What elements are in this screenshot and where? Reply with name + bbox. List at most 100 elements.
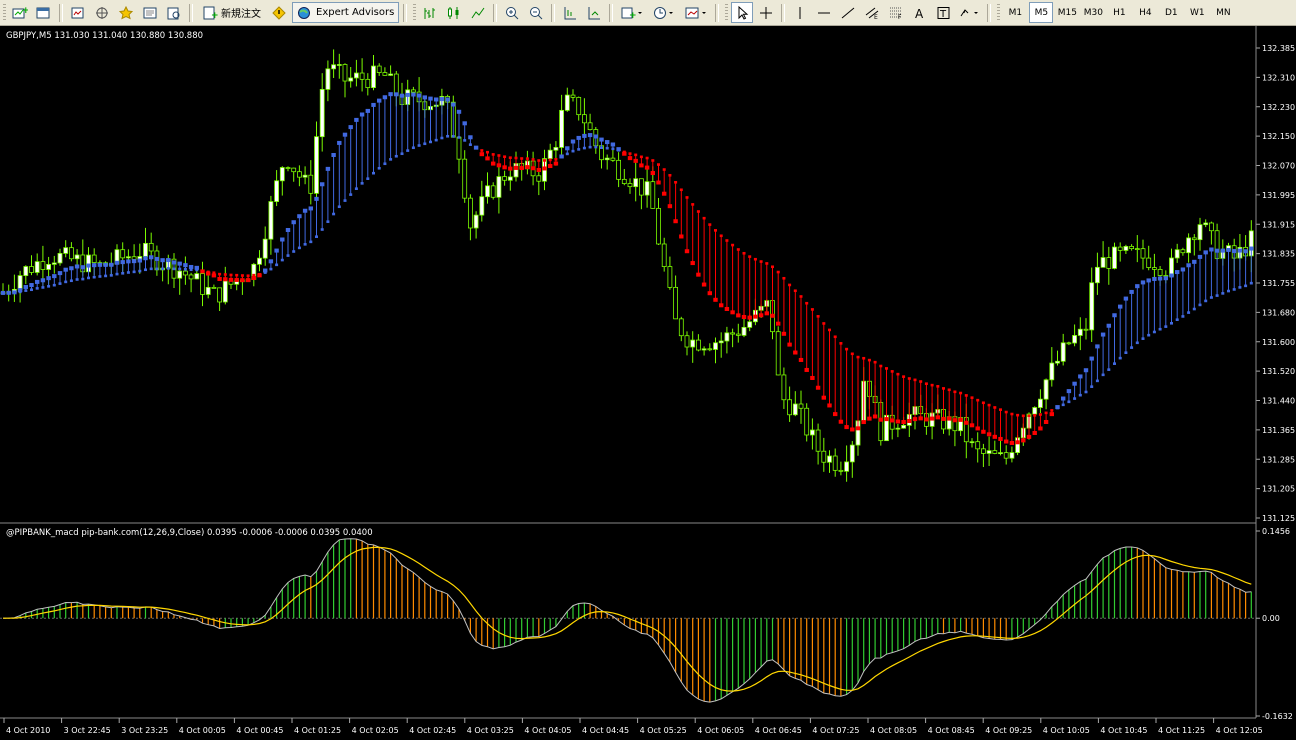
zoom-out-icon[interactable] [525,2,547,23]
text-tool-icon[interactable]: A [909,2,931,23]
macd-axis: 0.1456 0.00 -0.1632 [1256,527,1293,721]
ma-fast-mark [610,142,616,147]
ma-fast-mark [639,163,644,168]
market-watch-icon[interactable] [67,2,89,23]
ma-slow-mark [497,154,501,157]
trendline-icon[interactable] [837,2,859,23]
ma-fast-mark [428,96,433,101]
candle-body [268,201,274,240]
ma-fast-mark [964,420,969,425]
timeframe-m15-button[interactable]: M15 [1055,2,1079,23]
fibonacci-icon[interactable]: F [885,2,907,23]
arrows-icon[interactable] [957,2,983,23]
horizontal-line-icon[interactable] [813,2,835,23]
navigator-icon[interactable] [91,2,113,23]
candle-body [353,72,359,79]
candle-body [1180,249,1186,254]
ma-fast-mark [57,271,63,276]
alert-diamond-icon[interactable] [268,2,290,23]
vertical-line-icon[interactable] [789,2,811,23]
candle-body [1203,222,1209,226]
timeframe-m1-button[interactable]: M1 [1003,2,1027,23]
ma-slow-mark [486,150,489,154]
new-chart-button[interactable]: + [9,2,31,23]
ma-fast-mark [667,204,673,209]
candle-body [553,147,559,151]
chart-canvas[interactable]: GBPJPY,M5 131.030 131.040 130.880 130.88… [0,26,1296,740]
timeframe-w1-button[interactable]: W1 [1185,2,1209,23]
ma-fast-mark [918,416,923,421]
candlestick-icon[interactable] [443,2,465,23]
candle-body [1100,257,1106,268]
ma-fast-mark [1083,368,1089,373]
text-label-icon[interactable]: T [933,2,955,23]
ma-fast-mark [1180,267,1186,272]
candle-body [291,167,297,173]
ma-fast-mark [137,258,142,263]
ma-fast-mark [80,265,85,270]
periods-clock-icon[interactable] [649,2,679,23]
price-tick-label: 131.365 [1262,426,1295,435]
ma-slow-mark [1187,311,1191,314]
ma-fast-mark [52,274,57,279]
candle-body [319,88,325,138]
ma-fast-mark [1140,280,1146,285]
ma-slow-mark [1175,318,1179,322]
candle-body [314,136,319,194]
ma-fast-mark [1095,344,1100,349]
toolbar-grip[interactable] [997,3,1001,22]
cursor-arrow-icon[interactable] [731,2,754,23]
ma-fast-mark [570,139,576,144]
ma-slow-mark [1232,288,1236,291]
chart-window[interactable]: GBPJPY,M5 131.030 131.040 130.880 130.88… [0,26,1296,740]
ma-slow-mark [668,173,672,177]
profiles-button[interactable] [33,2,55,23]
bar-chart-icon[interactable] [419,2,441,23]
timeframe-h4-button[interactable]: H4 [1133,2,1157,23]
candle-body [1134,248,1140,251]
ma-slow-mark [286,254,290,257]
terminal-icon[interactable] [139,2,161,23]
ma-slow-mark [1118,356,1122,360]
candle-body [148,242,154,252]
timeframe-m5-button[interactable]: M5 [1029,2,1054,23]
candle-body [205,286,211,295]
chart-shift-icon[interactable] [583,2,605,23]
candle-body [1032,407,1038,415]
svg-text:+: + [629,11,637,20]
favorites-star-icon[interactable] [115,2,137,23]
ma-fast-mark [787,342,792,347]
candle-body [667,266,673,288]
zoom-in-icon[interactable] [501,2,523,23]
strategy-tester-icon[interactable] [163,2,185,23]
toolbar-grip[interactable] [3,3,6,22]
toolbar-grip[interactable] [413,3,417,22]
ma-fast-mark [69,266,74,271]
ma-slow-mark [389,158,393,161]
ma-slow-mark [1056,406,1059,410]
expert-advisors-button[interactable]: Expert Advisors [292,2,400,23]
time-tick-label: 4 Oct 05:25 [640,726,687,735]
auto-scroll-icon[interactable] [559,2,581,23]
equidistant-channel-icon[interactable]: E [861,2,883,23]
ma-slow-mark [1158,327,1162,331]
candle-body [1157,269,1163,276]
ma-fast-mark [365,108,370,113]
timeframe-m30-button[interactable]: M30 [1081,2,1105,23]
candle-body [393,73,399,96]
timeframe-h1-button[interactable]: H1 [1107,2,1131,23]
timeframe-mn-button[interactable]: MN [1211,2,1235,23]
indicators-icon[interactable]: + [617,2,647,23]
crosshair-icon[interactable] [755,2,777,23]
ma-fast-mark [758,313,764,318]
ma-slow-mark [1050,409,1054,412]
ma-fast-mark [1146,278,1151,283]
new-order-button[interactable]: + 新規注文 [197,2,266,23]
timeframe-d1-button[interactable]: D1 [1159,2,1183,23]
toolbar-grip[interactable] [725,3,729,22]
line-chart-icon[interactable] [467,2,489,23]
templates-icon[interactable] [681,2,711,23]
time-tick-label: 4 Oct 00:45 [236,726,283,735]
ma-fast-mark [508,166,513,171]
ma-slow-mark [776,270,780,274]
